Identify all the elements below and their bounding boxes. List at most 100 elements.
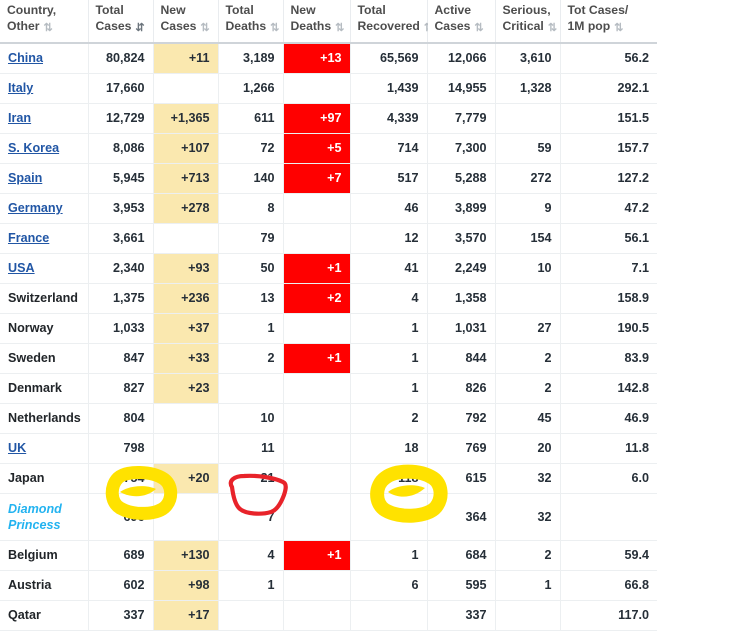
cell-country: Diamond Princess [0,493,89,541]
cell-total-recovered: 1 [350,343,428,374]
cell-total-recovered [350,600,428,631]
cell-country[interactable]: China [0,43,89,74]
cell-country[interactable]: S. Korea [0,133,89,164]
cell-active-cases: 1,358 [427,283,496,314]
column-header-line1: New [290,3,316,17]
column-header-serious-critical[interactable]: Serious, Critical ⇅ [495,0,561,44]
country-link[interactable]: Spain [8,171,42,185]
cell-tot-cases-per-1m: 47.2 [560,193,657,224]
cell-total-deaths: 79 [218,223,284,254]
country-link[interactable]: France [8,231,49,245]
column-header-new-cases[interactable]: New Cases ⇅ [153,0,219,44]
cell-new-cases: +236 [153,283,219,314]
table-row: S. Korea 8,086 +107 72 +5 714 7,300 59 157.7 [0,133,657,164]
cell-serious-critical: 20 [495,433,561,464]
cell-country[interactable]: Iran [0,103,89,134]
sort-both-icon[interactable]: ⇅ [614,21,626,37]
cell-total-cases: 696 [88,493,154,541]
cell-serious-critical: 2 [495,373,561,404]
cell-tot-cases-per-1m: 190.5 [560,313,657,344]
sort-both-icon[interactable]: ⇅ [335,21,347,37]
country-label: Norway [8,321,54,335]
cell-country[interactable]: USA [0,253,89,284]
cell-total-deaths: 72 [218,133,284,164]
cell-new-cases: +93 [153,253,219,284]
cell-serious-critical: 2 [495,540,561,571]
cell-new-deaths [283,313,351,344]
cell-new-cases: +1,365 [153,103,219,134]
country-link[interactable]: Iran [8,111,31,125]
cell-new-deaths [283,463,351,494]
sort-both-icon[interactable]: ⇅ [474,21,486,37]
cell-new-deaths [283,570,351,601]
sort-both-icon[interactable]: ⇅ [548,21,560,37]
cell-tot-cases-per-1m: 127.2 [560,163,657,194]
cell-country[interactable]: France [0,223,89,254]
sort-both-icon[interactable]: ⇅ [270,21,282,37]
cell-new-deaths: +1 [283,343,351,374]
cell-total-deaths: 1 [218,313,284,344]
cell-country[interactable]: Germany [0,193,89,224]
column-header-line1: New [160,3,186,17]
cell-total-cases: 602 [88,570,154,601]
column-header-total-cases[interactable]: Total Cases ⇵ [88,0,154,44]
column-header-line2: Recovered [357,18,420,33]
cell-country[interactable]: UK [0,433,89,464]
cell-total-recovered: 1 [350,373,428,404]
cell-country[interactable]: Italy [0,73,89,104]
sort-both-icon[interactable]: ⇅ [200,21,212,37]
sort-descending-icon[interactable]: ⇵ [135,21,147,37]
cell-total-deaths: 140 [218,163,284,194]
cell-tot-cases-per-1m: 117.0 [560,600,657,631]
cell-total-cases: 3,953 [88,193,154,224]
country-label: Denmark [8,381,62,395]
table-row: Germany 3,953 +278 8 46 3,899 9 47.2 [0,193,657,224]
cell-serious-critical: 272 [495,163,561,194]
cell-total-recovered: 325 [350,493,428,541]
column-header-new-deaths[interactable]: New Deaths ⇅ [283,0,351,44]
table-row: France 3,661 79 12 3,570 154 56.1 [0,223,657,254]
cell-new-deaths: +1 [283,253,351,284]
country-label: Switzerland [8,291,78,305]
cell-tot-cases-per-1m [560,493,657,541]
cell-new-deaths: +5 [283,133,351,164]
cell-total-deaths: 1,266 [218,73,284,104]
cell-new-deaths: +13 [283,43,351,74]
cell-tot-cases-per-1m: 151.5 [560,103,657,134]
country-link[interactable]: China [8,51,43,65]
cell-total-cases: 847 [88,343,154,374]
cell-total-cases: 689 [88,540,154,571]
country-link[interactable]: USA [8,261,35,275]
column-header-country-other[interactable]: Country, Other ⇅ [0,0,89,44]
country-label: Japan [8,471,45,485]
column-header-tot-cases-per-1m-pop[interactable]: Tot Cases/ 1M pop ⇅ [560,0,657,44]
column-header-active-cases[interactable]: Active Cases ⇅ [427,0,496,44]
country-link[interactable]: S. Korea [8,141,59,155]
country-link[interactable]: Germany [8,201,63,215]
country-link[interactable]: Italy [8,81,33,95]
country-link[interactable]: UK [8,441,26,455]
cell-tot-cases-per-1m: 158.9 [560,283,657,314]
cell-total-cases: 827 [88,373,154,404]
cell-total-recovered: 2 [350,403,428,434]
cell-serious-critical: 59 [495,133,561,164]
cell-new-cases [153,403,219,434]
cell-total-cases: 5,945 [88,163,154,194]
country-label: Qatar [8,608,41,622]
cell-active-cases: 684 [427,540,496,571]
cell-active-cases: 1,031 [427,313,496,344]
cell-total-cases: 8,086 [88,133,154,164]
cell-total-deaths: 3,189 [218,43,284,74]
cell-active-cases: 5,288 [427,163,496,194]
cell-active-cases: 826 [427,373,496,404]
cell-total-deaths: 50 [218,253,284,284]
cell-new-deaths [283,403,351,434]
column-header-line2: Deaths [290,18,332,33]
cell-country: Norway [0,313,89,344]
sort-both-icon[interactable]: ⇅ [44,21,56,37]
table-row: Japan 754 +20 21 118 615 32 6.0 [0,463,657,494]
table-row: Iran 12,729 +1,365 611 +97 4,339 7,779 151.5 [0,103,657,134]
column-header-total-recovered[interactable]: Total Recovered⇅ [350,0,433,44]
cell-country[interactable]: Spain [0,163,89,194]
column-header-total-deaths[interactable]: Total Deaths ⇅ [218,0,284,44]
